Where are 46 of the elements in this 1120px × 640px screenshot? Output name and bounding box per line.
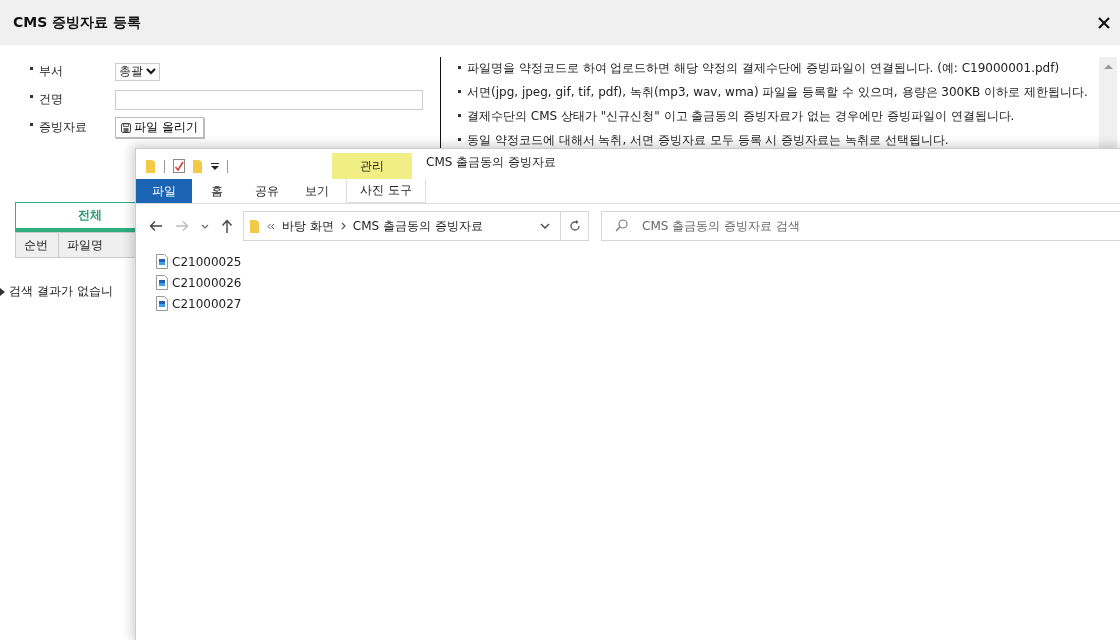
dialog-title: CMS 증빙자료 등록 bbox=[13, 13, 142, 32]
note-text: 서면(jpg, jpeg, gif, tif, pdf), 녹취(mp3, wav, wma) 파일을 등록할 수 있으며, 용량은 300KB 이하로 제한됩니다. bbox=[467, 84, 1088, 101]
field-label: 증빙자료 bbox=[39, 119, 88, 136]
refresh-button[interactable] bbox=[560, 211, 589, 241]
file-item[interactable]: C21000027 bbox=[156, 296, 242, 311]
search-field[interactable]: CMS 출금동의 증빙자료 검색 bbox=[601, 211, 1120, 241]
folder-icon bbox=[250, 219, 260, 233]
image-file-icon bbox=[156, 275, 168, 290]
ribbon-tab[interactable]: 공유 bbox=[242, 179, 292, 203]
ribbon-tab[interactable]: 사진 도구 bbox=[346, 179, 426, 203]
file-upload-button[interactable]: 파일 올리기 bbox=[115, 117, 204, 138]
ribbon-tab[interactable]: 보기 bbox=[292, 179, 342, 203]
double-chevron-icon[interactable] bbox=[267, 222, 275, 230]
column-header: 파일명 bbox=[58, 233, 111, 257]
image-file-icon bbox=[156, 296, 168, 311]
window-title: CMS 출금동의 증빙자료 bbox=[426, 154, 556, 171]
caret-icon[interactable] bbox=[201, 223, 209, 229]
note-text: 파일명을 약정코드로 하여 업로드하면 해당 약정의 결제수단에 증빙파일이 연결됩니다. (예: C19000001.pdf) bbox=[467, 60, 1060, 77]
image-file-icon bbox=[156, 254, 168, 269]
caret-icon[interactable] bbox=[540, 223, 550, 229]
triangle-icon bbox=[0, 287, 5, 296]
address-bar[interactable]: 바탕 화면 CMS 출금동의 증빙자료 bbox=[243, 211, 561, 241]
context-tab-group: 관리 bbox=[332, 153, 412, 179]
ribbon-tab[interactable]: 홈 bbox=[192, 179, 242, 203]
file-item[interactable]: C21000026 bbox=[156, 275, 242, 290]
field-label: 건명 bbox=[39, 91, 64, 108]
close-icon[interactable] bbox=[1097, 15, 1111, 30]
chevron-icon[interactable] bbox=[340, 222, 346, 230]
empty-message: 검색 결과가 없습니 bbox=[9, 283, 113, 300]
breadcrumb-item[interactable]: 바탕 화면 bbox=[282, 217, 334, 235]
refresh-icon bbox=[568, 220, 581, 232]
department-select[interactable]: 총괄 bbox=[115, 62, 160, 81]
back-arrow-icon[interactable] bbox=[149, 220, 163, 232]
chevron-down-icon bbox=[146, 68, 156, 75]
note-text: 동일 약정코드에 대해서 녹취, 서면 증빙자료 모두 등록 시 증빙자료는 녹취로 선택됩니다. bbox=[467, 132, 949, 149]
up-arrow-icon[interactable] bbox=[221, 219, 233, 233]
column-header: 순번 bbox=[23, 236, 49, 254]
ribbon-tab[interactable]: 파일 bbox=[136, 179, 192, 203]
properties-icon[interactable] bbox=[173, 159, 185, 173]
subject-input[interactable] bbox=[115, 89, 423, 110]
dropdown-icon[interactable] bbox=[211, 162, 219, 170]
field-label: 부서 bbox=[39, 63, 64, 80]
note-text: 결제수단의 CMS 상태가 "신규신청" 이고 출금동의 증빙자료가 없는 경우에만 증빙파일이 연결됩니다. bbox=[467, 108, 1015, 125]
file-item[interactable]: C21000025 bbox=[156, 254, 242, 269]
search-icon bbox=[615, 219, 628, 232]
breadcrumb-item[interactable]: CMS 출금동의 증빙자료 bbox=[352, 217, 483, 235]
